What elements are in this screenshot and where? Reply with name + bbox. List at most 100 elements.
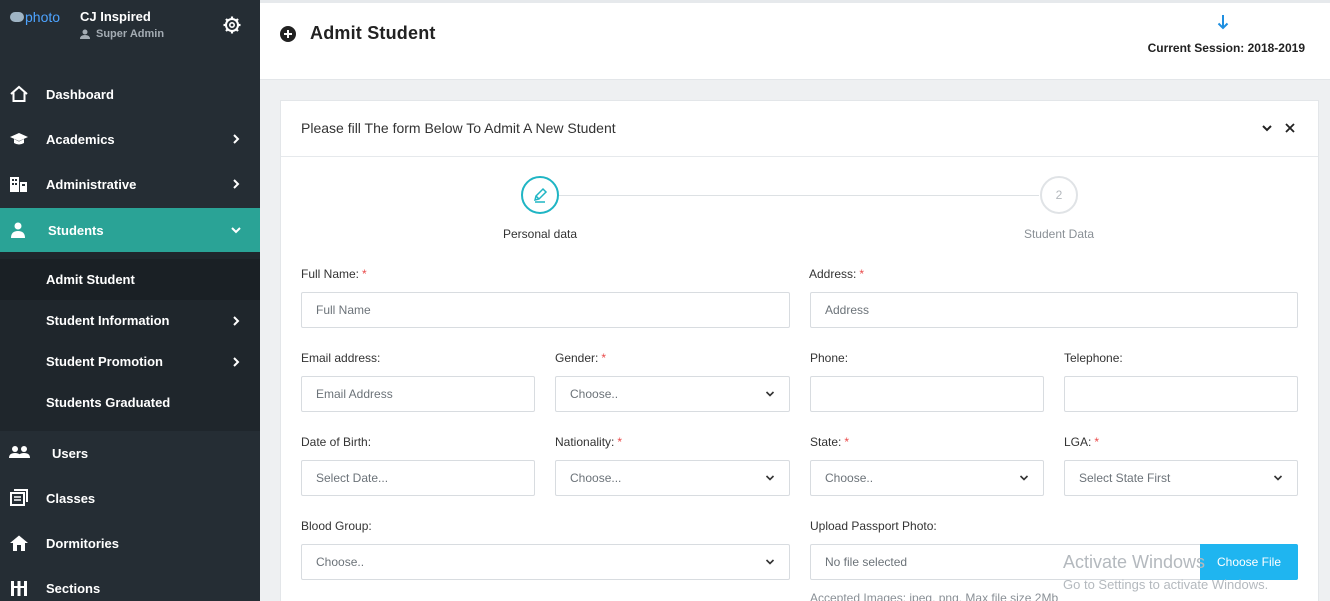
pencil-icon <box>533 187 548 203</box>
telephone-label: Telephone: <box>1064 351 1123 365</box>
required-marker: * <box>362 267 367 281</box>
submenu-item-students-graduated[interactable]: Students Graduated <box>0 382 260 423</box>
sidebar-item-academics[interactable]: Academics <box>0 117 260 161</box>
sidebar-item-label: Users <box>52 445 89 461</box>
sidebar-item-students[interactable]: Students <box>0 208 260 252</box>
step-2-label: Student Data <box>1023 227 1095 241</box>
sidebar-item-label: Classes <box>46 490 96 506</box>
gender-label: Gender: * <box>555 351 606 365</box>
required-marker: * <box>844 435 850 449</box>
activate-windows-watermark: Activate Windows <box>1063 552 1206 572</box>
submenu-item-student-information[interactable]: Student Information <box>0 300 260 341</box>
email-input[interactable]: Email Address <box>301 376 535 412</box>
lga-select[interactable]: Select State First <box>1064 460 1298 496</box>
gender-label-text: Gender: <box>555 351 599 365</box>
full-name-label-text: Full Name: <box>301 267 360 281</box>
chevron-right-icon <box>233 179 240 189</box>
state-label: State: * <box>810 435 849 449</box>
students-submenu: Admit Student Student Information Studen… <box>0 252 260 431</box>
sidebar-item-users[interactable]: Users <box>0 431 260 475</box>
lga-label: LGA: * <box>1064 435 1099 449</box>
email-label-text: Email address: <box>301 351 381 365</box>
email-label: Email address: <box>301 351 380 365</box>
card-header: Please fill The form Below To Admit A Ne… <box>281 101 1318 157</box>
stepper-line <box>559 195 1039 196</box>
admit-form-card: Please fill The form Below To Admit A Ne… <box>280 100 1319 601</box>
nationality-label: Nationality: * <box>555 435 622 449</box>
chevron-right-icon <box>233 357 240 367</box>
photo-icon <box>10 12 24 22</box>
current-session: Current Session: 2018-2019 <box>1147 41 1305 55</box>
sidebar-item-sections[interactable]: Sections <box>0 566 260 601</box>
submenu-item-label: Student Promotion <box>46 354 163 369</box>
blood-group-select[interactable]: Choose.. <box>301 544 790 580</box>
gear-icon[interactable] <box>222 15 242 35</box>
brand-name: CJ Inspired <box>80 9 151 24</box>
students-icon <box>11 222 25 238</box>
phone-input[interactable] <box>810 376 1044 412</box>
page-title-wrap: Admit Student <box>280 23 436 44</box>
required-marker: * <box>601 351 607 365</box>
gender-selected-value: Choose.. <box>570 387 619 401</box>
page-title: Admit Student <box>310 23 436 43</box>
sidebar-item-label: Academics <box>46 131 115 147</box>
sidebar-item-administrative[interactable]: Administrative <box>0 162 260 206</box>
lga-label-text: LGA: <box>1064 435 1092 449</box>
full-name-placeholder: Full Name <box>316 303 371 317</box>
photo-upload-label: Upload Passport Photo: <box>810 519 937 533</box>
dob-label-text: Date of Birth: <box>301 435 372 449</box>
choose-file-button[interactable]: Choose File <box>1200 544 1298 580</box>
telephone-input[interactable] <box>1064 376 1298 412</box>
sidebar-item-label: Administrative <box>46 176 137 192</box>
submenu-item-admit-student[interactable]: Admit Student <box>0 259 260 300</box>
step-2-indicator[interactable]: 2 <box>1040 176 1078 214</box>
chevron-right-icon <box>233 316 240 326</box>
address-placeholder: Address <box>825 303 870 317</box>
full-name-input[interactable]: Full Name <box>301 292 790 328</box>
photo-upload-hint: Accepted Images: jpeg, png. Max file siz… <box>810 591 1059 601</box>
chevron-down-icon <box>231 227 241 234</box>
telephone-label-text: Telephone: <box>1064 351 1123 365</box>
sections-icon <box>11 581 27 596</box>
submenu-item-label: Students Graduated <box>46 395 171 410</box>
user-role-label: Super Admin <box>96 28 165 40</box>
card-title: Please fill The form Below To Admit A Ne… <box>301 120 616 136</box>
state-selected-value: Choose.. <box>825 471 874 485</box>
blood-group-selected-value: Choose.. <box>316 555 365 569</box>
blood-group-label-text: Blood Group: <box>301 519 372 533</box>
lga-selected-value: Select State First <box>1079 471 1171 485</box>
chevron-down-icon <box>1273 475 1283 481</box>
sidebar-item-dashboard[interactable]: Dashboard <box>0 72 260 116</box>
sidebar-item-dormitories[interactable]: Dormitories <box>0 521 260 565</box>
submenu-item-label: Admit Student <box>46 272 135 287</box>
chevron-down-icon <box>765 475 775 481</box>
blood-group-label: Blood Group: <box>301 519 372 533</box>
date-of-birth-input[interactable]: Select Date... <box>301 460 535 496</box>
photo-upload-label-text: Upload Passport Photo: <box>810 519 937 533</box>
required-marker: * <box>859 267 865 281</box>
house-icon <box>10 535 28 551</box>
brand-logo-text: photo <box>25 9 61 25</box>
sidebar-item-classes[interactable]: Classes <box>0 476 260 520</box>
state-select[interactable]: Choose.. <box>810 460 1044 496</box>
close-icon[interactable] <box>1284 122 1296 134</box>
step-1-indicator[interactable] <box>521 176 559 214</box>
chevron-down-icon[interactable] <box>1261 123 1273 133</box>
step-1-label: Personal data <box>502 227 578 241</box>
gender-select[interactable]: Choose.. <box>555 376 790 412</box>
sidebar-item-label: Dormitories <box>46 535 119 551</box>
nationality-select[interactable]: Choose... <box>555 460 790 496</box>
brand-logo[interactable]: photo <box>10 9 60 25</box>
submenu-item-student-promotion[interactable]: Student Promotion <box>0 341 260 382</box>
submenu-item-label: Student Information <box>46 313 170 328</box>
address-label-text: Address: <box>809 267 857 281</box>
passport-photo-input[interactable]: No file selected Choose File <box>810 544 1298 580</box>
plus-circle-icon <box>280 25 296 42</box>
arrow-down-icon[interactable] <box>1217 14 1229 30</box>
chevron-right-icon <box>233 134 240 144</box>
address-input[interactable]: Address <box>810 292 1298 328</box>
sidebar-item-label: Sections <box>46 580 101 596</box>
state-label-text: State: <box>810 435 842 449</box>
nationality-label-text: Nationality: <box>555 435 615 449</box>
sidebar-item-label: Students <box>48 222 104 238</box>
